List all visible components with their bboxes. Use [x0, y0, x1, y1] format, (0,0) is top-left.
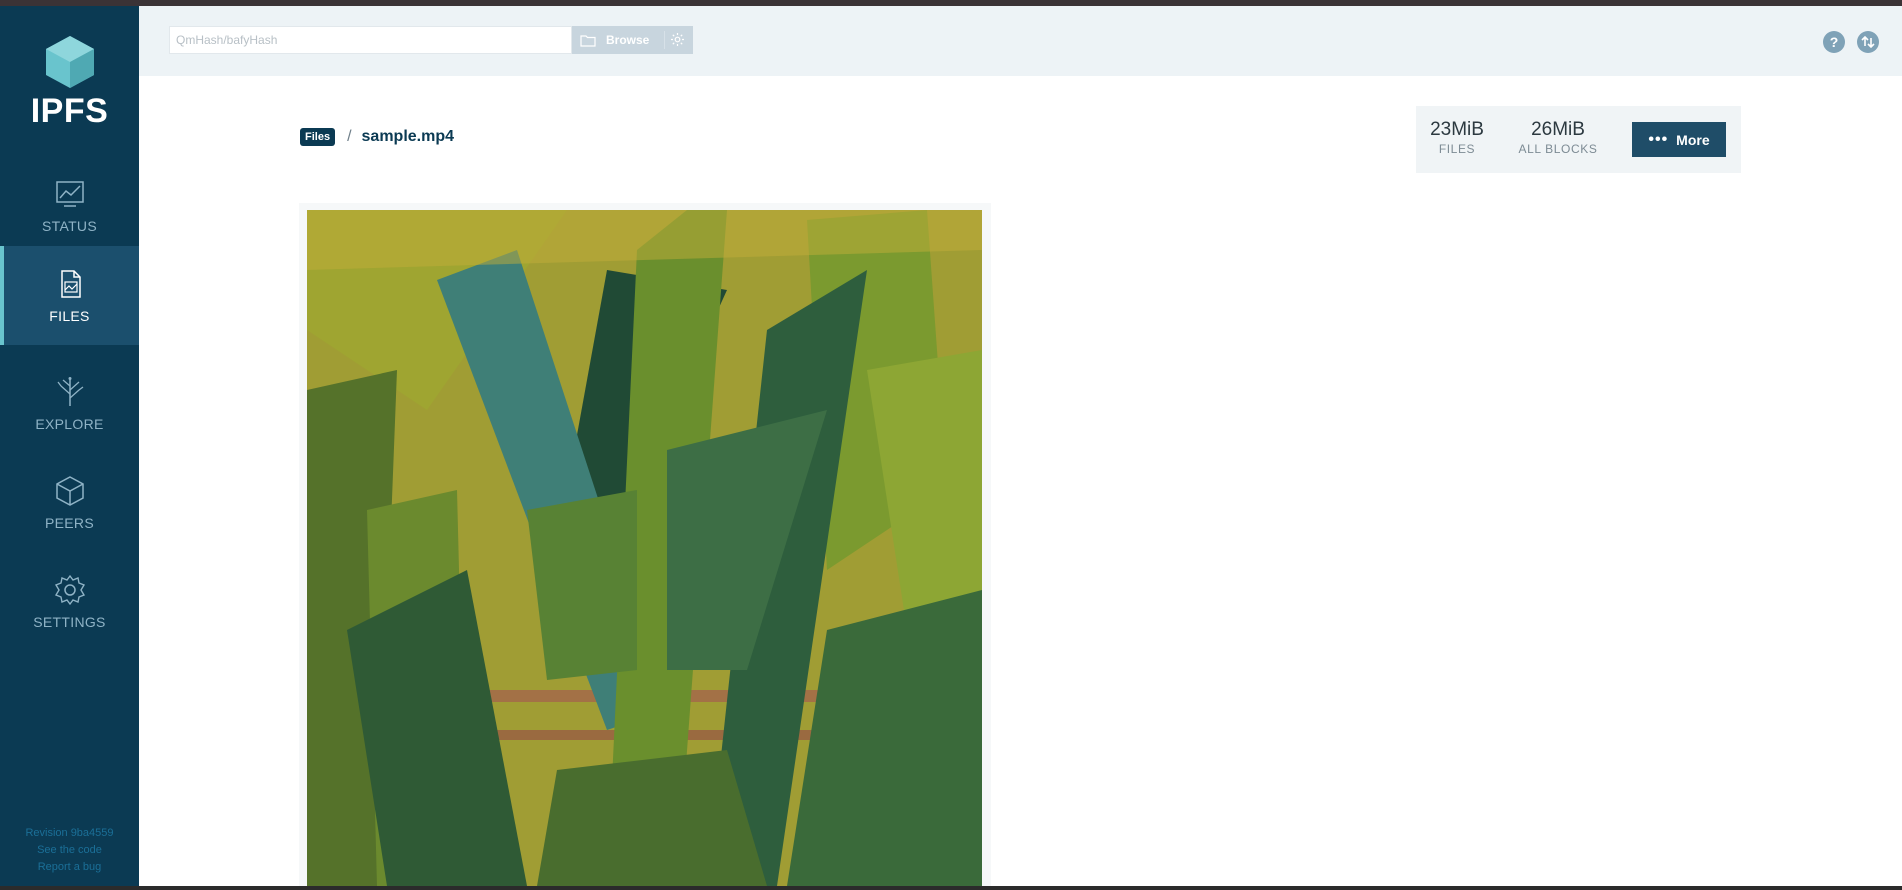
blocks-stat: 26MiB ALL BLOCKS — [1508, 119, 1608, 157]
top-header: QmHash/bafyHash Browse ? — [139, 6, 1902, 76]
folder-icon — [580, 34, 596, 47]
sidebar-footer: Revision 9ba4559 See the code Report a b… — [0, 825, 139, 876]
explore-icon — [56, 376, 83, 406]
sidebar-item-settings[interactable]: SETTINGS — [0, 552, 139, 651]
ipfs-logo[interactable]: IPFS — [0, 34, 139, 131]
see-code-link[interactable]: See the code — [0, 842, 139, 859]
breadcrumb-current-file: sample.mp4 — [361, 128, 455, 145]
video-preview[interactable] — [307, 210, 982, 886]
breadcrumb: Files / sample.mp4 — [300, 128, 454, 146]
settings-icon — [54, 574, 85, 605]
browse-button[interactable]: Browse — [572, 26, 693, 54]
sidebar-item-peers[interactable]: PEERS — [0, 453, 139, 552]
breadcrumb-files-link[interactable]: Files — [300, 128, 336, 146]
sidebar-item-label: STATUS — [42, 217, 97, 234]
ipfs-cube-icon — [45, 36, 94, 88]
search-input[interactable]: QmHash/bafyHash — [169, 26, 572, 54]
logo-text: IPFS — [30, 92, 109, 130]
breadcrumb-separator: / — [347, 128, 352, 145]
repo-stats: 23MiB FILES 26MiB ALL BLOCKS ••• More — [1416, 106, 1741, 173]
revision-link[interactable]: Revision 9ba4559 — [0, 825, 139, 842]
sidebar-item-label: PEERS — [45, 514, 94, 531]
sidebar-item-label: SETTINGS — [33, 613, 106, 630]
peers-icon — [55, 475, 84, 506]
sidebar-item-status[interactable]: STATUS — [0, 156, 139, 255]
sidebar-item-label: EXPLORE — [35, 415, 104, 432]
sidebar: IPFS STATUS FILES EXPLORE PEERS SETTINGS… — [0, 6, 139, 886]
files-stat: 23MiB FILES — [1426, 119, 1488, 157]
files-size-label: FILES — [1438, 142, 1476, 156]
more-label: More — [1676, 131, 1710, 148]
gear-icon[interactable] — [670, 32, 685, 47]
sidebar-item-files[interactable]: FILES — [0, 246, 139, 345]
blocks-size: 26MiB — [1531, 119, 1585, 140]
browse-label: Browse — [606, 33, 650, 47]
files-icon — [60, 269, 81, 298]
status-icon — [55, 180, 84, 207]
sidebar-item-explore[interactable]: EXPLORE — [0, 354, 139, 453]
report-bug-link[interactable]: Report a bug — [0, 859, 139, 876]
more-button[interactable]: ••• More — [1632, 122, 1726, 157]
arrows-icon — [1861, 35, 1875, 49]
video-frame-image — [307, 210, 982, 886]
files-size: 23MiB — [1430, 119, 1484, 140]
more-dots-icon: ••• — [1648, 130, 1669, 148]
blocks-size-label: ALL BLOCKS — [1518, 142, 1598, 156]
sidebar-item-label: FILES — [49, 307, 90, 324]
window-bottom-border — [0, 886, 1902, 890]
browse-divider — [664, 31, 665, 49]
sync-icon[interactable] — [1857, 31, 1879, 53]
help-icon[interactable]: ? — [1823, 31, 1845, 53]
